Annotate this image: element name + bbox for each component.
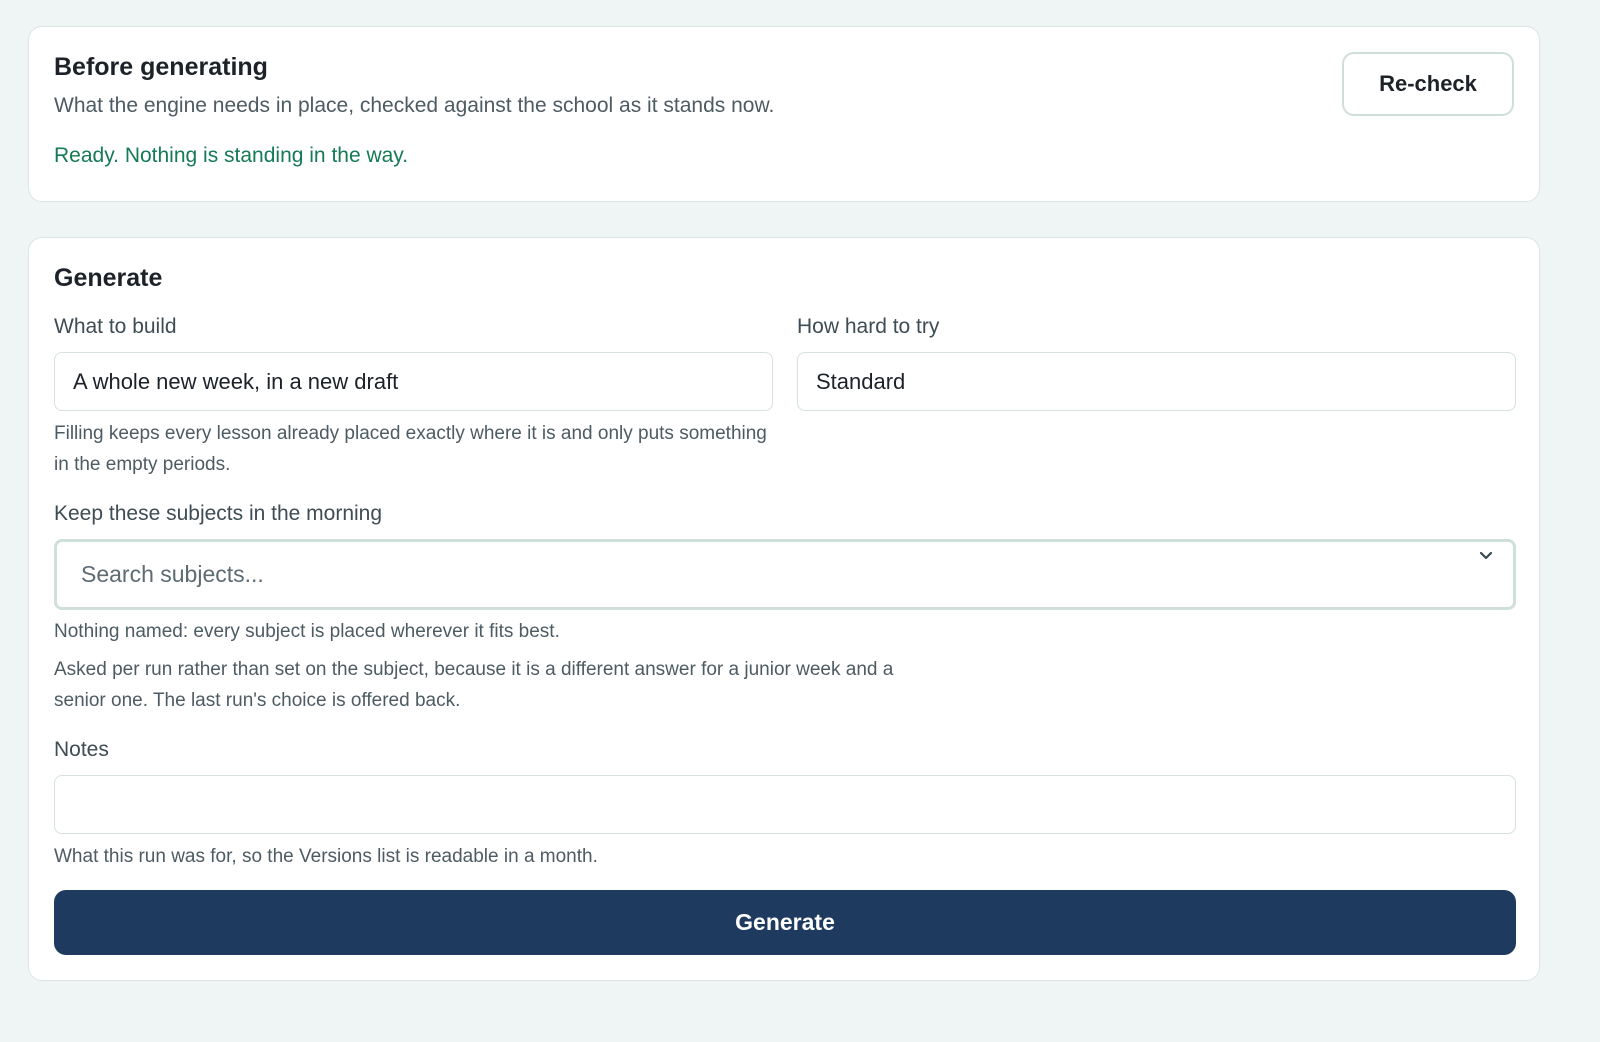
recheck-button[interactable]: Re-check: [1342, 52, 1514, 116]
morning-subjects-help: Nothing named: every subject is placed w…: [54, 621, 560, 642]
what-to-build-help: Filling keeps every lesson already place…: [54, 423, 767, 475]
morning-subjects-label: Keep these subjects in the morning: [54, 502, 383, 525]
how-hard-select[interactable]: Standard: [797, 352, 1516, 411]
morning-subjects-explanation: Asked per run rather than set on the sub…: [54, 659, 894, 711]
readiness-status: Ready. Nothing is standing in the way.: [54, 144, 409, 167]
subject-search-input[interactable]: [81, 561, 1441, 588]
generate-title: Generate: [54, 264, 163, 292]
before-generating-card: Before generating What the engine needs …: [28, 26, 1540, 202]
what-to-build-select[interactable]: A whole new week, in a new draft: [54, 352, 773, 411]
generate-card: Generate What to build A whole new week,…: [28, 237, 1540, 981]
notes-input[interactable]: [54, 775, 1516, 834]
how-hard-label: How hard to try: [797, 315, 940, 338]
chevron-down-icon[interactable]: [1479, 548, 1493, 566]
before-generating-title: Before generating: [54, 53, 268, 81]
notes-help: What this run was for, so the Versions l…: [54, 846, 598, 867]
generate-button[interactable]: Generate: [54, 890, 1516, 955]
what-to-build-label: What to build: [54, 315, 177, 338]
before-generating-subtitle: What the engine needs in place, checked …: [54, 94, 775, 117]
notes-label: Notes: [54, 738, 109, 761]
morning-subjects-multiselect[interactable]: [54, 539, 1516, 610]
